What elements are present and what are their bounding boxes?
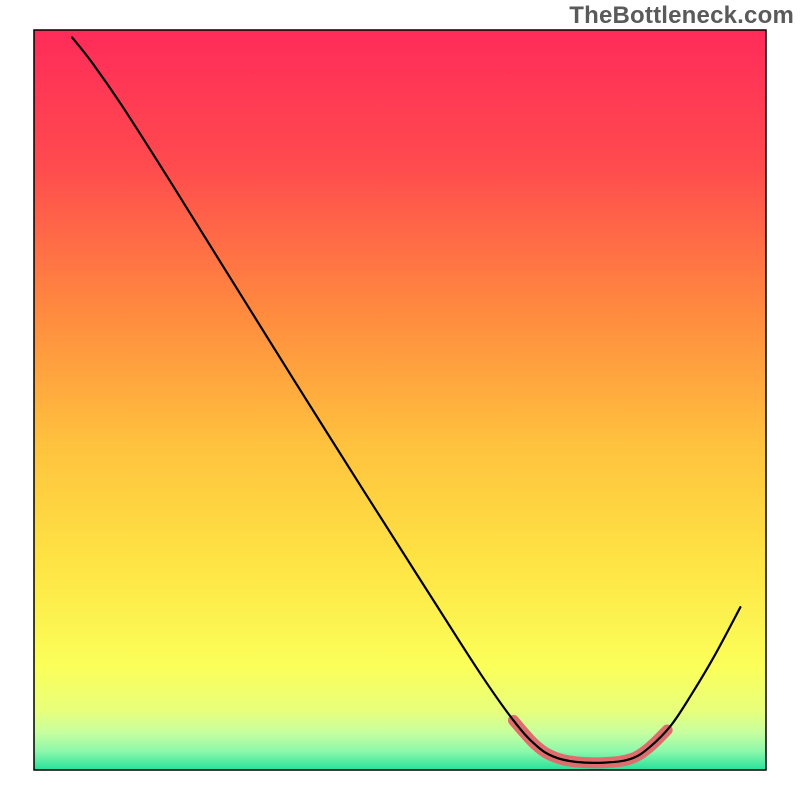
chart-canvas (0, 0, 800, 800)
watermark-label: TheBottleneck.com (569, 2, 794, 30)
bottleneck-chart: TheBottleneck.com (0, 0, 800, 800)
